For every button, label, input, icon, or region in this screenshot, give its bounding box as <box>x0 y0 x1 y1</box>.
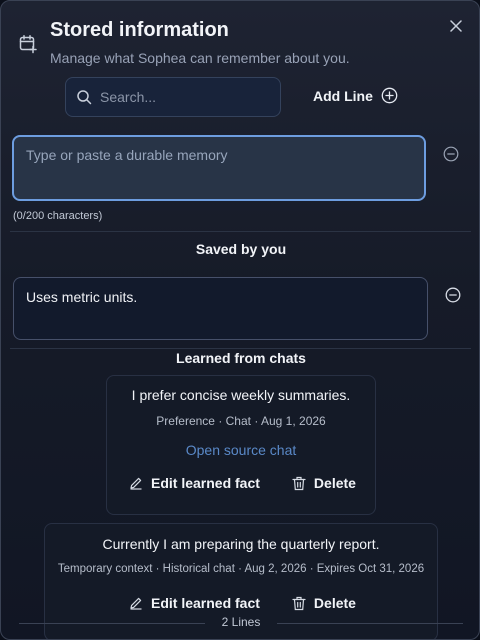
learned-fact-text: I prefer concise weekly summaries. <box>131 387 351 403</box>
saved-memory-input[interactable] <box>13 277 428 340</box>
add-line-label: Add Line <box>313 87 373 104</box>
pencil-icon <box>130 477 142 490</box>
edit-learned-fact-label: Edit learned fact <box>151 475 260 491</box>
edit-learned-fact-button[interactable]: Edit learned fact <box>129 595 260 611</box>
new-memory-input[interactable] <box>12 135 426 201</box>
plus-circle-icon <box>381 87 398 104</box>
search-input[interactable] <box>100 89 270 105</box>
learned-section-title: Learned from chats <box>176 350 306 366</box>
pencil-icon <box>130 597 142 610</box>
divider <box>10 231 471 232</box>
edit-learned-fact-label: Edit learned fact <box>151 595 260 611</box>
learned-fact-card: I prefer concise weekly summaries. Prefe… <box>106 375 376 515</box>
edit-learned-fact-button[interactable]: Edit learned fact <box>129 475 260 491</box>
remove-saved-memory-button[interactable] <box>445 287 461 303</box>
divider <box>10 348 471 349</box>
delete-button[interactable]: Delete <box>292 475 356 491</box>
page-subtitle: Manage what Sophea can remember about yo… <box>50 50 350 66</box>
stored-information-panel: Stored information Manage what Sophea ca… <box>0 0 480 640</box>
close-icon <box>450 20 462 32</box>
open-source-chat-link[interactable]: Open source chat <box>107 442 375 458</box>
learned-fact-meta: Temporary context · Historical chat · Au… <box>57 563 425 575</box>
search-box[interactable] <box>65 77 281 117</box>
delete-label: Delete <box>313 595 356 611</box>
page-title: Stored information <box>50 19 229 41</box>
delete-label: Delete <box>313 475 356 491</box>
trash-icon <box>292 596 306 610</box>
character-counter: (0/200 characters) <box>13 210 103 222</box>
close-button[interactable] <box>447 17 465 35</box>
delete-button[interactable]: Delete <box>292 595 356 611</box>
search-icon <box>77 90 92 105</box>
learned-fact-text: Currently I am preparing the quarterly r… <box>102 536 380 552</box>
remove-new-memory-button[interactable] <box>443 146 459 162</box>
line-count: 2 Lines <box>221 615 261 629</box>
add-line-button[interactable]: Add Line <box>313 87 398 104</box>
calendar-add-icon <box>19 35 37 54</box>
trash-icon <box>292 476 306 490</box>
learned-fact-meta: Preference · Chat · Aug 1, 2026 <box>156 414 326 428</box>
saved-section-title: Saved by you <box>195 241 287 257</box>
